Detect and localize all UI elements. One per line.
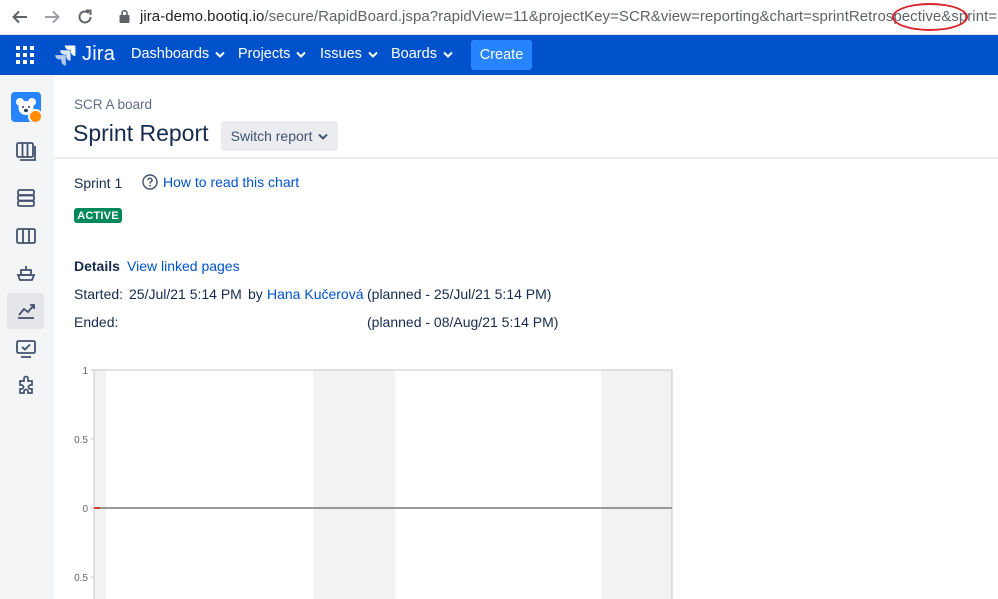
puzzle-icon <box>18 375 33 394</box>
burndown-chart: 1 0.5 0 0.5 <box>60 360 680 599</box>
y-tick-label: 1 <box>82 366 88 377</box>
project-sidebar <box>0 75 54 599</box>
project-badge-icon <box>28 109 43 124</box>
forward-arrow-icon <box>45 10 60 24</box>
y-tick-label: 0.5 <box>74 435 88 446</box>
kanban-board-icon <box>15 228 36 244</box>
app-switcher-icon[interactable] <box>16 46 34 64</box>
nav-dashboards-label: Dashboards <box>131 46 210 62</box>
switch-report-button[interactable]: Switch report <box>221 121 338 151</box>
url-host: jira-demo.bootiq.io <box>140 8 265 25</box>
nav-projects[interactable]: Projects <box>238 46 307 62</box>
header-divider <box>54 157 998 159</box>
lock-icon <box>118 9 131 29</box>
chevron-down-icon <box>296 51 307 58</box>
browser-toolbar: jira-demo.bootiq.io/secure/RapidBoard.js… <box>0 0 998 35</box>
y-tick-label: 0 <box>82 504 88 515</box>
stack-icon <box>16 189 35 207</box>
sidebar-item-issues[interactable] <box>7 331 44 367</box>
issues-monitor-icon <box>15 340 36 358</box>
chevron-down-icon <box>443 51 453 58</box>
ended-planned: (planned - 08/Aug/21 5:14 PM) <box>367 314 559 330</box>
non-working-band <box>601 370 672 599</box>
status-badge: ACTIVE <box>74 208 122 223</box>
address-bar[interactable]: jira-demo.bootiq.io/secure/RapidBoard.js… <box>140 8 998 25</box>
sidebar-item-stacked[interactable] <box>7 180 44 216</box>
breadcrumb[interactable]: SCR A board <box>74 97 152 112</box>
page-title: Sprint Report <box>73 120 209 146</box>
chevron-down-icon <box>368 51 378 58</box>
started-label: Started: <box>74 286 124 302</box>
nav-dashboards[interactable]: Dashboards <box>131 46 225 62</box>
by-label: by <box>248 286 263 302</box>
started-value: 25/Jul/21 5:14 PM <box>129 286 242 302</box>
chevron-down-icon <box>215 51 225 58</box>
jira-logo-icon <box>55 45 76 66</box>
reports-chart-icon <box>17 304 35 319</box>
non-working-band <box>313 370 395 599</box>
nav-issues-label: Issues <box>320 46 362 62</box>
question-circle-icon <box>142 174 158 190</box>
board-columns-icon <box>15 142 36 161</box>
view-linked-pages-link[interactable]: View linked pages <box>127 258 240 274</box>
sidebar-item-backlog[interactable] <box>7 133 44 169</box>
sprint-selector[interactable]: Sprint 1 <box>74 175 122 191</box>
ended-label: Ended: <box>74 314 119 330</box>
sidebar-item-releases[interactable] <box>7 255 44 291</box>
url-path: /secure/RapidBoard.jspa?rapidView=11&pro… <box>264 8 998 25</box>
sidebar-item-board[interactable] <box>7 218 44 254</box>
create-button[interactable]: Create <box>471 40 532 70</box>
logo-text: Jira <box>82 43 116 65</box>
chevron-down-icon <box>318 133 329 140</box>
top-navigation: Jira Dashboards Projects Issues Boards C… <box>0 35 998 75</box>
jira-logo[interactable]: Jira <box>54 43 115 66</box>
back-button[interactable] <box>8 6 32 28</box>
nav-projects-label: Projects <box>238 46 291 62</box>
forward-button[interactable] <box>40 6 64 28</box>
non-working-band <box>94 370 106 599</box>
reload-icon <box>78 9 92 24</box>
help-link[interactable]: How to read this chart <box>142 174 299 190</box>
nav-boards[interactable]: Boards <box>391 46 453 62</box>
chart-canvas: 1 0.5 0 0.5 <box>74 366 673 599</box>
annotation-ellipse <box>892 3 968 31</box>
reload-button[interactable] <box>73 6 97 28</box>
details-heading: Details <box>74 258 120 274</box>
help-link-label: How to read this chart <box>163 174 300 190</box>
ship-icon <box>16 266 35 281</box>
started-planned: (planned - 25/Jul/21 5:14 PM) <box>367 286 552 302</box>
sidebar-item-reports[interactable] <box>7 293 44 329</box>
sidebar-item-addons[interactable] <box>7 368 44 404</box>
nav-issues[interactable]: Issues <box>320 46 378 62</box>
nav-boards-label: Boards <box>391 46 437 62</box>
back-arrow-icon <box>12 10 27 24</box>
y-tick-label: 0.5 <box>74 573 88 584</box>
user-link[interactable]: Hana Kučerová <box>267 286 364 302</box>
switch-report-label: Switch report <box>230 128 313 144</box>
